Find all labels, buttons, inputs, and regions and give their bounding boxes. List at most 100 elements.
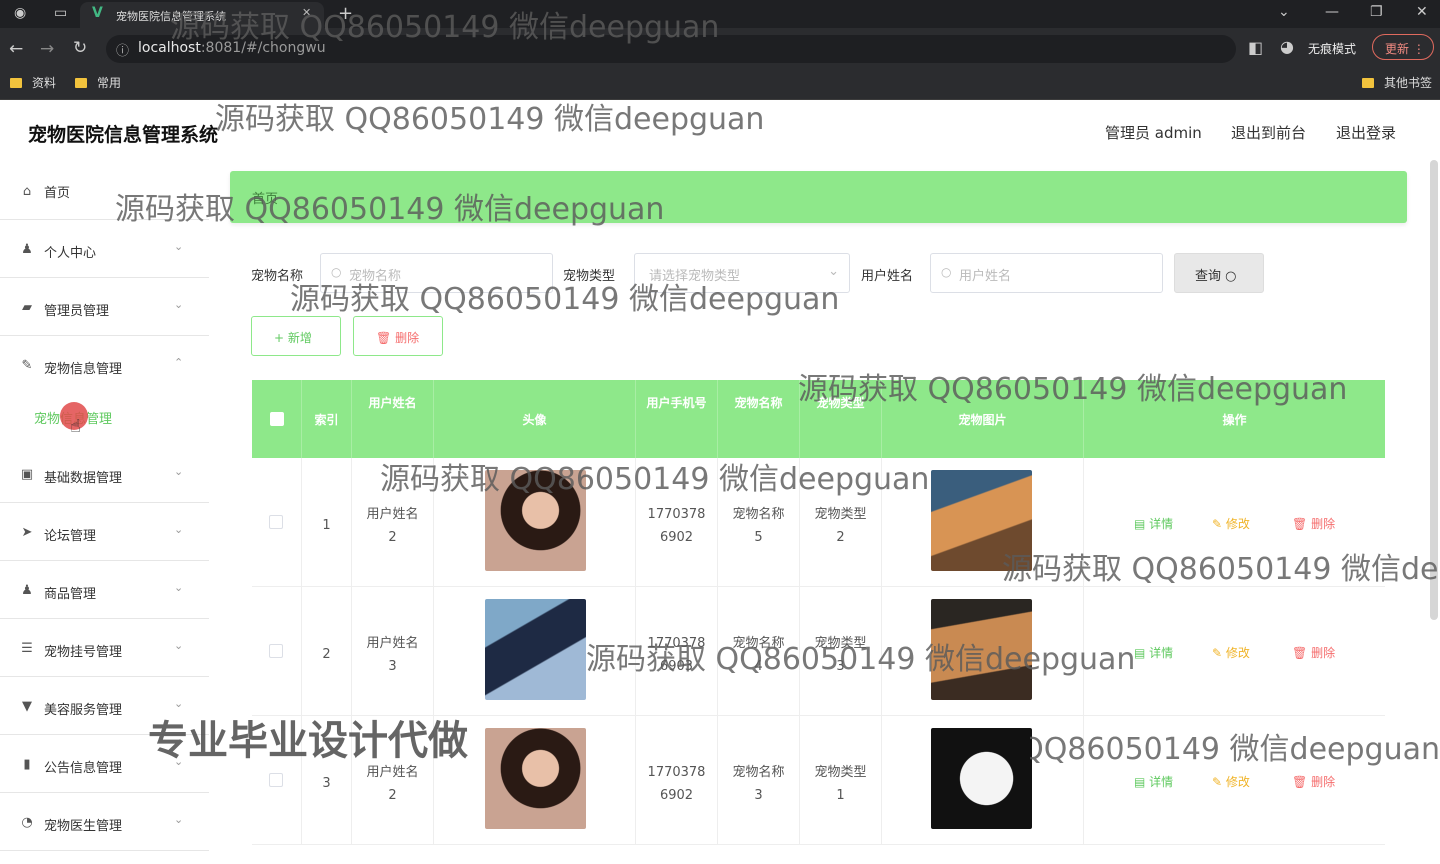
pet-image bbox=[931, 470, 1032, 571]
bookmark-label: 资料 bbox=[32, 76, 57, 90]
sidebar-item-pet[interactable]: ✎ 宠物信息管理 ⌃ bbox=[0, 336, 209, 394]
sidebar-item-doctor[interactable]: ◔ 宠物医生管理 ⌄ bbox=[0, 793, 209, 851]
header-user-name[interactable]: 用户姓名 bbox=[352, 380, 434, 458]
tab-search-icon[interactable]: ⌄ bbox=[1278, 4, 1290, 20]
sidebar-item-profile[interactable]: ♟ 个人中心 ⌄ bbox=[0, 220, 209, 278]
window-close-icon[interactable]: ✕ bbox=[1416, 4, 1428, 20]
sidebar-item-goods[interactable]: ♟ 商品管理 ⌄ bbox=[0, 561, 209, 619]
detail-button[interactable]: ▤ 详情 bbox=[1134, 515, 1173, 532]
sidebar-item-beauty[interactable]: ▼ 美容服务管理 ⌄ bbox=[0, 677, 209, 735]
browser-tab-bar: ◉ ▭ V 宠物医院信息管理系统 ✕ + ⌄ — ❐ ✕ bbox=[0, 0, 1440, 28]
close-tab-icon[interactable]: ✕ bbox=[302, 6, 311, 19]
add-button[interactable]: + 新增 bbox=[251, 316, 341, 356]
query-button[interactable]: 查询 ○ bbox=[1174, 253, 1264, 293]
sidebar-item-register[interactable]: ☰ 宠物挂号管理 ⌄ bbox=[0, 619, 209, 677]
search-icon: ○ bbox=[331, 265, 342, 279]
minimize-icon[interactable]: — bbox=[1325, 4, 1339, 20]
bookmark-folder[interactable]: 资料 bbox=[10, 74, 56, 91]
chevron-down-icon: ⌄ bbox=[174, 639, 184, 652]
bookmark-label: 常用 bbox=[97, 76, 122, 90]
sidebar-item-notice[interactable]: ▮ 公告信息管理 ⌄ bbox=[0, 735, 209, 793]
header-actions: 操作 bbox=[1222, 413, 1247, 427]
row-checkbox[interactable] bbox=[269, 515, 283, 529]
add-label: + 新增 bbox=[274, 331, 312, 345]
other-bookmarks-label: 其他书签 bbox=[1384, 76, 1433, 90]
home-icon: ⌂ bbox=[22, 184, 32, 199]
page-scrollbar[interactable] bbox=[1430, 160, 1438, 620]
notice-icon: ▮ bbox=[23, 757, 31, 772]
header-avatar[interactable]: 头像 bbox=[434, 380, 636, 458]
url-field[interactable]: ⓘ localhost:8081/#/chongwu bbox=[106, 35, 1236, 63]
header-index[interactable]: 索引 bbox=[302, 380, 352, 458]
table-header: 索引 用户姓名 头像 用户手机号 宠物名称 宠物类型 宠物图片 操作 bbox=[252, 380, 1385, 458]
search-icon: ○ bbox=[1225, 269, 1237, 284]
row-pet-name: 宠物名称 3 bbox=[732, 765, 785, 803]
window-icon[interactable]: ▭ bbox=[54, 5, 67, 21]
data-icon: ▣ bbox=[20, 467, 34, 482]
bookmark-folder[interactable]: 常用 bbox=[75, 74, 121, 91]
row-delete-button[interactable]: 🗑 删除 bbox=[1292, 773, 1335, 790]
edit-button[interactable]: ✎ 修改 bbox=[1212, 644, 1250, 661]
pet-type-cell: 宠物类型 1 bbox=[800, 716, 882, 845]
user-name-label: 用户姓名 bbox=[861, 269, 914, 284]
user-name-input[interactable]: ○ 用户姓名 bbox=[930, 253, 1163, 293]
select-all-checkbox[interactable] bbox=[270, 412, 284, 426]
folder-icon bbox=[75, 78, 87, 88]
chevron-down-icon: ⌄ bbox=[174, 813, 184, 826]
edit-button[interactable]: ✎ 修改 bbox=[1212, 773, 1250, 790]
detail-label: 详情 bbox=[1149, 517, 1174, 531]
folder-icon bbox=[1362, 78, 1374, 88]
breadcrumb-home[interactable]: 首页 bbox=[252, 188, 278, 207]
browser-menu-icon[interactable]: ◉ bbox=[14, 5, 26, 21]
forward-icon[interactable]: → bbox=[40, 39, 54, 59]
edit-label: 修改 bbox=[1225, 646, 1250, 660]
chevron-down-icon: ⌄ bbox=[174, 755, 184, 768]
reload-icon[interactable]: ↻ bbox=[73, 38, 87, 58]
pet-image bbox=[931, 599, 1032, 700]
header-phone[interactable]: 用户手机号 bbox=[636, 380, 718, 458]
doctor-icon: ◔ bbox=[21, 815, 33, 830]
browser-tab[interactable]: V 宠物医院信息管理系统 ✕ bbox=[80, 2, 324, 28]
detail-button[interactable]: ▤ 详情 bbox=[1134, 644, 1173, 661]
sidebar-item-admin[interactable]: ▰ 管理员管理 ⌄ bbox=[0, 278, 209, 336]
logout-link[interactable]: 退出登录 bbox=[1336, 122, 1396, 143]
pet-name-input[interactable]: ○ 宠物名称 bbox=[320, 253, 553, 293]
pet-name-label: 宠物名称 bbox=[251, 269, 304, 284]
row-checkbox[interactable] bbox=[269, 773, 283, 787]
edit-button[interactable]: ✎ 修改 bbox=[1212, 515, 1250, 532]
user-cell: 用户姓名 2 bbox=[352, 458, 434, 587]
sidebar-item-data[interactable]: ▣ 基础数据管理 ⌄ bbox=[0, 445, 209, 503]
pet-icon: ✎ bbox=[21, 358, 33, 373]
index-cell: 1 bbox=[302, 458, 352, 587]
row-delete-button[interactable]: 🗑 删除 bbox=[1292, 515, 1335, 532]
new-tab-icon[interactable]: + bbox=[338, 3, 353, 24]
header-pet-name[interactable]: 宠物名称 bbox=[718, 380, 800, 458]
row-checkbox[interactable] bbox=[269, 644, 283, 658]
sidebar-item-home[interactable]: ⌂ 首页 bbox=[0, 162, 209, 220]
pet-type-select[interactable]: 请选择宠物类型 ⌄ bbox=[634, 253, 850, 293]
index-cell: 2 bbox=[302, 587, 352, 716]
vue-logo-icon: V bbox=[92, 5, 103, 21]
pet-image bbox=[931, 728, 1032, 829]
update-button[interactable]: 更新 ⋮ bbox=[1372, 34, 1434, 60]
info-icon[interactable]: ⓘ bbox=[116, 40, 129, 59]
back-icon[interactable]: ← bbox=[9, 39, 23, 59]
sidebar-item-forum[interactable]: ➤ 论坛管理 ⌄ bbox=[0, 503, 209, 561]
other-bookmarks[interactable]: 其他书签 bbox=[1362, 74, 1432, 91]
bookmarks-bar bbox=[0, 70, 1440, 100]
detail-button[interactable]: ▤ 详情 bbox=[1134, 773, 1173, 790]
breadcrumb: 首页 bbox=[230, 171, 1407, 223]
restore-icon[interactable]: ❐ bbox=[1370, 4, 1383, 20]
row-delete-button[interactable]: 🗑 删除 bbox=[1292, 644, 1335, 661]
header-pet-type[interactable]: 宠物类型 bbox=[800, 380, 882, 458]
delete-button[interactable]: 🗑 删除 bbox=[353, 316, 443, 356]
sidebar-item-label: 个人中心 bbox=[44, 246, 97, 261]
sidebar-item-label: 宠物信息管理 bbox=[44, 362, 123, 377]
pet-type-cell: 宠物类型 2 bbox=[800, 458, 882, 587]
sidepanel-icon[interactable]: ◧ bbox=[1248, 38, 1263, 57]
sidebar-item-label: 宠物医生管理 bbox=[44, 819, 123, 834]
back-to-front-link[interactable]: 退出到前台 bbox=[1231, 122, 1306, 143]
index-cell: 3 bbox=[302, 716, 352, 845]
sidebar-item-label: 公告信息管理 bbox=[44, 761, 123, 776]
header-pet-image[interactable]: 宠物图片 bbox=[882, 380, 1084, 458]
